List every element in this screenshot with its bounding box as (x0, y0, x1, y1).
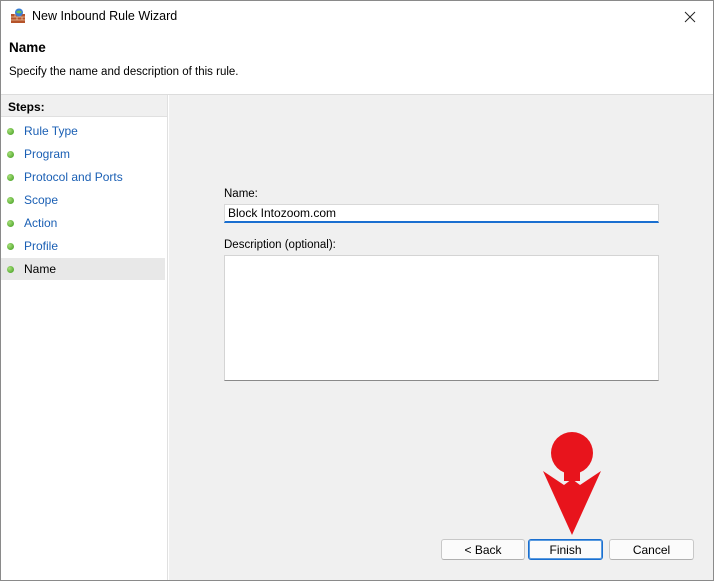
step-program[interactable]: Program (1, 143, 165, 165)
steps-heading-label: Steps: (8, 100, 45, 114)
page-title: Name (9, 40, 46, 55)
step-rule-type[interactable]: Rule Type (1, 120, 165, 142)
finish-button[interactable]: Finish (528, 539, 603, 560)
steps-heading: Steps: (1, 95, 167, 117)
description-textarea[interactable] (224, 255, 659, 381)
green-dot-icon (7, 151, 14, 158)
green-dot-icon (7, 243, 14, 250)
step-label: Scope (24, 193, 59, 207)
name-label: Name: (224, 188, 258, 200)
step-label: Program (24, 147, 71, 161)
step-protocol-and-ports[interactable]: Protocol and Ports (1, 166, 165, 188)
firewall-icon (11, 8, 25, 23)
red-arrow-pointer (543, 432, 601, 535)
green-dot-icon (7, 174, 14, 181)
step-action[interactable]: Action (1, 212, 165, 234)
step-profile[interactable]: Profile (1, 235, 165, 257)
step-scope[interactable]: Scope (1, 189, 165, 211)
close-button[interactable] (667, 1, 713, 32)
step-label: Profile (24, 239, 59, 253)
step-name[interactable]: Name (1, 258, 165, 280)
wizard-header: Name Specify the name and description of… (1, 32, 713, 94)
green-dot-icon (7, 197, 14, 204)
cancel-button[interactable]: Cancel (609, 539, 694, 560)
name-input[interactable] (224, 204, 659, 223)
steps-panel: Steps: Rule Type Program Protocol and Po… (1, 95, 168, 580)
step-label: Protocol and Ports (24, 170, 123, 184)
close-icon (684, 11, 696, 22)
green-dot-icon (7, 266, 14, 273)
window-title: New Inbound Rule Wizard (32, 9, 178, 23)
wizard-window: New Inbound Rule Wizard Name Specify the… (0, 0, 714, 581)
step-label: Rule Type (24, 124, 78, 138)
content-panel: Name: Description (optional): < Back Fin… (169, 95, 713, 580)
step-label: Action (24, 216, 58, 230)
description-label: Description (optional): (224, 239, 336, 251)
green-dot-icon (7, 220, 14, 227)
step-label: Name (24, 262, 57, 276)
back-button[interactable]: < Back (441, 539, 525, 560)
page-subtitle: Specify the name and description of this… (9, 66, 239, 78)
title-bar: New Inbound Rule Wizard (1, 1, 713, 32)
green-dot-icon (7, 128, 14, 135)
